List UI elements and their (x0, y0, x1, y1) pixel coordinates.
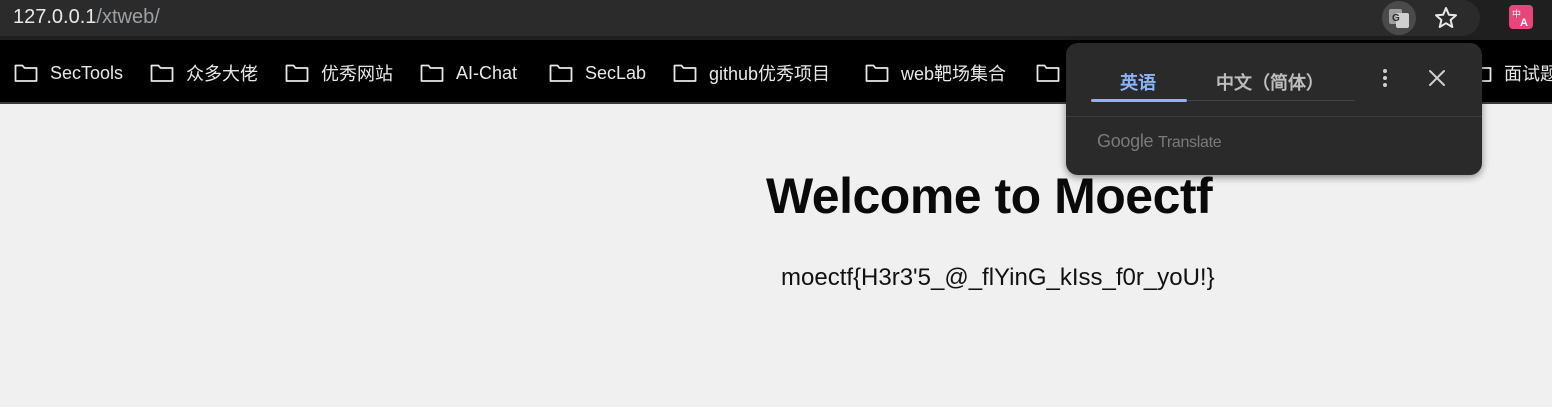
bookmark-folder-bigshots[interactable]: 众多大佬 (150, 61, 258, 85)
page-translate-button[interactable]: G (1382, 1, 1416, 35)
url-text[interactable]: 127.0.0.1/xtweb/ (13, 5, 160, 29)
translate-extension-icon: 中 A (1509, 5, 1533, 29)
browser-toolbar: 127.0.0.1/xtweb/ G 中 A (0, 0, 1552, 40)
popup-divider (1066, 116, 1482, 117)
bookmark-folder-sites[interactable]: 优秀网站 (285, 61, 393, 85)
folder-icon (549, 64, 573, 82)
bookmark-folder-seclab[interactable]: SecLab (549, 61, 646, 85)
folder-icon (673, 64, 697, 82)
more-vert-icon (1383, 69, 1387, 87)
tab-target-language[interactable]: 中文（简体） (1216, 69, 1324, 95)
bookmark-label: 优秀网站 (321, 64, 393, 84)
url-host: 127.0.0.1 (13, 6, 97, 28)
url-path: /xtweb/ (96, 6, 160, 28)
active-tab-indicator (1091, 99, 1187, 102)
bookmark-folder-web-range[interactable]: web靶场集合 (865, 61, 1006, 85)
google-translate-branding: Google Translate (1097, 131, 1222, 152)
bookmark-label: SecTools (50, 62, 124, 83)
bookmark-label: web靶场集合 (901, 64, 1007, 84)
translate-close-button[interactable] (1424, 65, 1450, 91)
svg-text:A: A (1520, 17, 1528, 29)
bookmark-folder-ai-chat[interactable]: AI-Chat (420, 61, 517, 85)
bookmark-label: github优秀项目 (709, 64, 831, 84)
translate-popup: 英语 中文（简体） Google Translate (1066, 43, 1482, 175)
bookmark-folder-github[interactable]: github优秀项目 (673, 61, 830, 85)
svg-text:G: G (1392, 13, 1400, 24)
google-translate-icon: G (1389, 9, 1409, 28)
folder-icon (285, 64, 309, 82)
folder-icon (14, 64, 38, 82)
tab-source-language[interactable]: 英语 (1120, 69, 1156, 95)
folder-icon (420, 64, 444, 82)
translate-extension-button[interactable]: 中 A (1509, 5, 1533, 29)
translate-options-button[interactable] (1372, 65, 1398, 91)
folder-icon (150, 64, 174, 82)
bookmark-folder-sectools[interactable]: SecTools (14, 61, 123, 85)
star-icon (1435, 7, 1457, 28)
bookmark-label: AI-Chat (456, 62, 518, 83)
address-bar[interactable]: 127.0.0.1/xtweb/ G (0, 0, 1480, 36)
bookmark-label: SecLab (585, 62, 647, 83)
branding-google: Google (1097, 131, 1154, 151)
folder-icon (865, 64, 889, 82)
bookmark-label: 面试题 (1504, 64, 1552, 84)
bookmark-label: 众多大佬 (186, 64, 258, 84)
page-title: Welcome to Moectf (766, 168, 1213, 224)
tab-divider (1187, 100, 1355, 101)
folder-icon (1036, 64, 1060, 82)
close-icon (1429, 70, 1445, 86)
flag-text: moectf{H3r3'5_@_flYinG_kIss_f0r_yoU!} (781, 264, 1215, 291)
branding-translate: Translate (1157, 134, 1222, 151)
bookmark-star-button[interactable] (1432, 4, 1460, 32)
